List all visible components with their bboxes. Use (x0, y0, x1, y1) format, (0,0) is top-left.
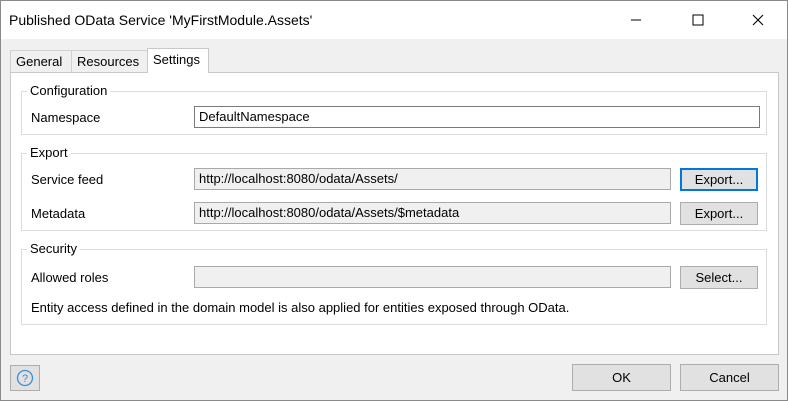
configuration-legend: Configuration (27, 83, 111, 98)
allowed-roles-label: Allowed roles (31, 270, 109, 285)
service-feed-field[interactable]: http://localhost:8080/odata/Assets/ (194, 168, 671, 190)
maximize-icon (692, 14, 704, 26)
tab-general[interactable]: General (10, 50, 72, 72)
export-service-feed-button[interactable]: Export... (680, 168, 758, 191)
cancel-button[interactable]: Cancel (680, 364, 779, 391)
allowed-roles-field[interactable] (194, 266, 671, 288)
select-roles-button[interactable]: Select... (680, 266, 758, 289)
service-feed-label: Service feed (31, 172, 104, 187)
tab-settings[interactable]: Settings (147, 48, 209, 73)
help-icon: ? (16, 369, 34, 387)
configuration-group: Configuration Namespace DefaultNamespace (21, 83, 767, 135)
close-icon (752, 14, 764, 26)
settings-panel: Configuration Namespace DefaultNamespace… (10, 72, 779, 355)
maximize-button[interactable] (675, 1, 721, 39)
close-button[interactable] (735, 1, 781, 39)
export-legend: Export (27, 145, 71, 160)
namespace-label: Namespace (31, 110, 101, 125)
help-button[interactable]: ? (10, 365, 40, 391)
metadata-label: Metadata (31, 206, 86, 221)
security-group: Security Allowed roles Select... Entity … (21, 241, 767, 325)
minimize-icon (631, 19, 641, 21)
window-title: Published OData Service 'MyFirstModule.A… (9, 12, 313, 28)
namespace-field[interactable]: DefaultNamespace (194, 106, 760, 128)
export-group: Export Service feed http://localhost:808… (21, 145, 767, 231)
ok-button[interactable]: OK (572, 364, 671, 391)
title-bar[interactable]: Published OData Service 'MyFirstModule.A… (1, 1, 787, 39)
metadata-field[interactable]: http://localhost:8080/odata/Assets/$meta… (194, 202, 671, 224)
security-note: Entity access defined in the domain mode… (31, 300, 570, 315)
tab-resources[interactable]: Resources (71, 50, 148, 72)
export-metadata-button[interactable]: Export... (680, 202, 758, 225)
minimize-button[interactable] (613, 1, 659, 39)
svg-text:?: ? (22, 373, 28, 385)
dialog-window: Published OData Service 'MyFirstModule.A… (0, 0, 788, 401)
security-legend: Security (27, 241, 80, 256)
